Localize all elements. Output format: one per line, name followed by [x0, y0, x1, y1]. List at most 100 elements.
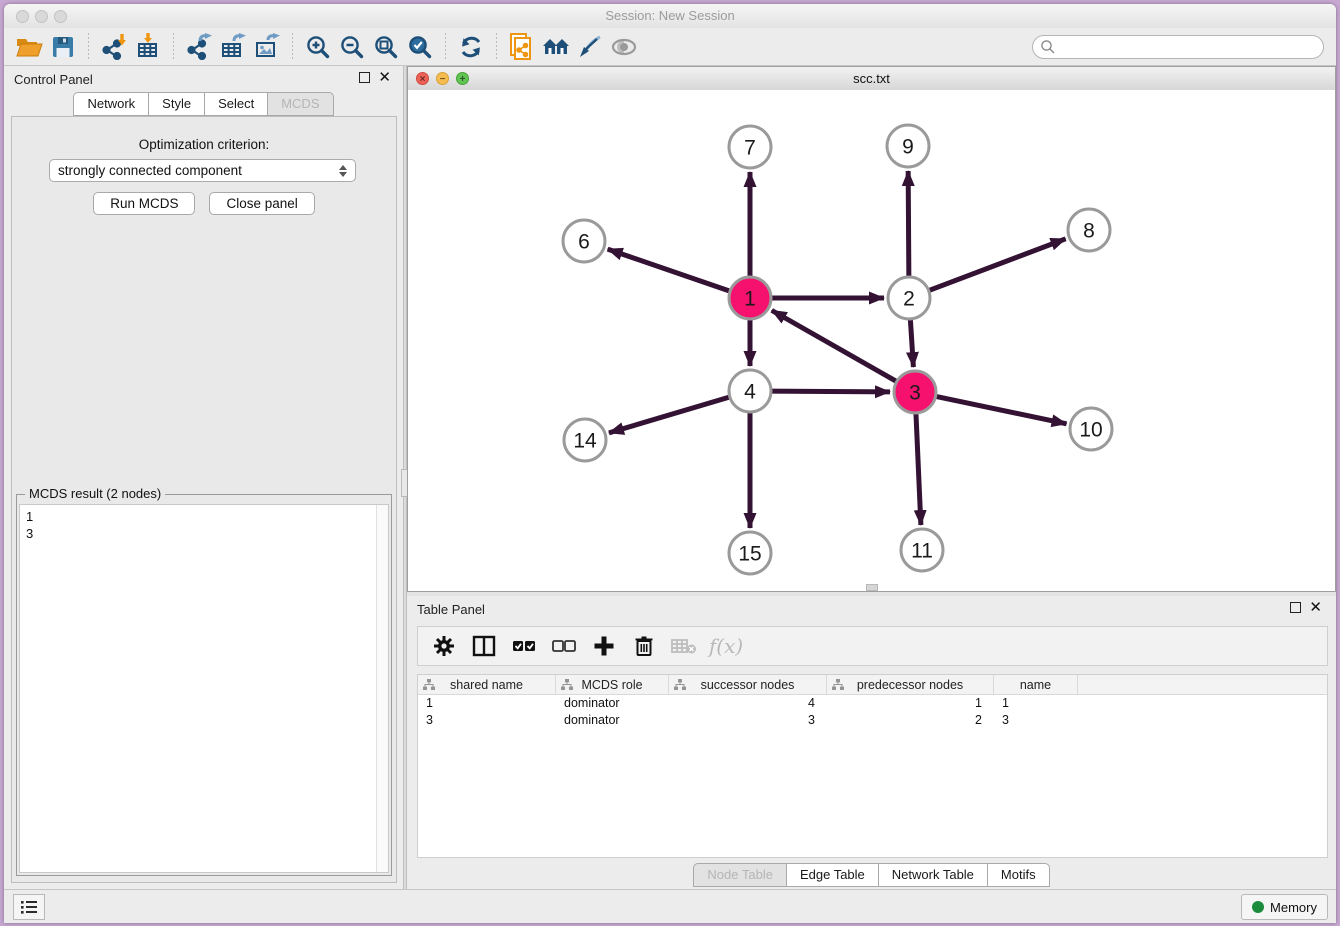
table-cell: dominator [556, 695, 669, 712]
edge-3-10[interactable] [934, 396, 1067, 424]
edge-3-1[interactable] [772, 310, 899, 382]
run-mcds-button[interactable]: Run MCDS [93, 192, 195, 215]
column-header-MCDS-role[interactable]: MCDS role [556, 675, 669, 694]
close-panel-icon[interactable]: ✕ [378, 72, 391, 83]
edge-2-3[interactable] [910, 317, 913, 367]
zoom-out-icon[interactable] [335, 31, 369, 63]
select-all-icon[interactable] [506, 630, 542, 662]
export-image-icon[interactable] [250, 31, 284, 63]
paint-style-icon[interactable] [573, 31, 607, 63]
table-cell: 1 [994, 695, 1078, 712]
toolbar-separator [292, 33, 293, 61]
node-3[interactable]: 3 [894, 371, 936, 413]
memory-button[interactable]: Memory [1241, 894, 1328, 920]
first-neighbors-icon[interactable] [539, 31, 573, 63]
edge-3-11[interactable] [916, 411, 921, 525]
criterion-dropdown[interactable]: strongly connected component [49, 159, 356, 182]
node-label: 6 [578, 231, 590, 254]
float-panel-icon[interactable] [359, 72, 370, 83]
edge-4-14[interactable] [609, 396, 732, 432]
table-panel: Table Panel ✕ [407, 596, 1336, 890]
node-label: 1 [744, 288, 756, 311]
node-15[interactable]: 15 [729, 532, 771, 574]
control-panel-tabs: NetworkStyleSelectMCDS [4, 94, 403, 116]
add-row-icon[interactable] [586, 630, 622, 662]
search-input[interactable] [1032, 35, 1324, 59]
split-columns-icon[interactable] [466, 630, 502, 662]
node-4[interactable]: 4 [729, 370, 771, 412]
result-scrollbar[interactable] [376, 505, 388, 872]
new-network-from-selection-icon[interactable] [505, 31, 539, 63]
tab-network[interactable]: Network [73, 92, 148, 116]
node-6[interactable]: 6 [563, 220, 605, 262]
node-11[interactable]: 11 [901, 529, 943, 571]
tab-edge-table[interactable]: Edge Table [786, 863, 878, 887]
delete-table-icon[interactable] [666, 630, 702, 662]
tab-style[interactable]: Style [148, 92, 204, 116]
table-panel-title: Table Panel [417, 602, 485, 617]
tab-node-table[interactable]: Node Table [693, 863, 786, 887]
tab-select[interactable]: Select [204, 92, 267, 116]
table-cell: 3 [418, 712, 556, 729]
edge-2-8[interactable] [927, 239, 1066, 291]
close-table-panel-icon[interactable]: ✕ [1309, 602, 1322, 613]
column-header-successor-nodes[interactable]: successor nodes [669, 675, 827, 694]
node-9[interactable]: 9 [887, 125, 929, 167]
network-window-titlebar: × − + scc.txt [408, 67, 1335, 91]
tab-mcds[interactable]: MCDS [267, 92, 333, 116]
delete-row-icon[interactable] [626, 630, 662, 662]
node-14[interactable]: 14 [564, 419, 606, 461]
zoom-selected-icon[interactable] [403, 31, 437, 63]
save-session-icon[interactable] [46, 31, 80, 63]
open-file-icon[interactable] [12, 31, 46, 63]
deselect-all-icon[interactable] [546, 630, 582, 662]
node-table: shared nameMCDS rolesuccessor nodesprede… [417, 674, 1328, 858]
export-network-icon[interactable] [182, 31, 216, 63]
node-8[interactable]: 8 [1068, 209, 1110, 251]
edge-1-6[interactable] [608, 249, 732, 292]
table-row[interactable]: 3dominator323 [418, 712, 1327, 729]
network-view-window: × − + scc.txt 7 9 6 8 1 2 4 3 14 10 15 11 [407, 66, 1336, 592]
table-cell: 1 [827, 695, 994, 712]
task-history-button[interactable] [13, 894, 45, 920]
network-resize-grip[interactable] [866, 584, 878, 591]
tab-network-table[interactable]: Network Table [878, 863, 987, 887]
export-table-icon[interactable] [216, 31, 250, 63]
mcds-result-lines: 1 3 [20, 505, 388, 545]
node-label: 10 [1079, 419, 1102, 442]
function-builder-icon[interactable]: f(x) [706, 630, 742, 662]
table-toolbar: f(x) [417, 626, 1328, 666]
node-table-body: 1dominator4113dominator323 [418, 695, 1327, 729]
node-label: 2 [903, 288, 915, 311]
gear-icon[interactable] [426, 630, 462, 662]
node-2[interactable]: 2 [888, 277, 930, 319]
import-network-icon[interactable] [97, 31, 131, 63]
table-row[interactable]: 1dominator411 [418, 695, 1327, 712]
fx-label: f(x) [705, 634, 743, 658]
tab-motifs[interactable]: Motifs [987, 863, 1050, 887]
zoom-in-icon[interactable] [301, 31, 335, 63]
zoom-fit-icon[interactable] [369, 31, 403, 63]
close-panel-button[interactable]: Close panel [209, 192, 314, 215]
column-header-shared-name[interactable]: shared name [418, 675, 556, 694]
desktop: Session: New Session [0, 0, 1340, 926]
show-hide-icon[interactable] [607, 31, 641, 63]
network-canvas[interactable]: 7 9 6 8 1 2 4 3 14 10 15 11 [408, 90, 1335, 591]
node-7[interactable]: 7 [729, 126, 771, 168]
column-header-name[interactable]: name [994, 675, 1078, 694]
node-10[interactable]: 10 [1070, 408, 1112, 450]
import-table-icon[interactable] [131, 31, 165, 63]
search-box [1032, 35, 1324, 59]
node-1[interactable]: 1 [729, 277, 771, 319]
mcds-result-area[interactable]: 1 3 [19, 504, 389, 873]
edge-4-3[interactable] [769, 391, 890, 392]
float-table-panel-icon[interactable] [1290, 602, 1301, 613]
toolbar-separator [88, 33, 89, 61]
list-icon [19, 898, 39, 916]
criterion-dropdown-value: strongly connected component [58, 163, 242, 178]
toolbar-separator [173, 33, 174, 61]
refresh-layout-icon[interactable] [454, 31, 488, 63]
network-area: × − + scc.txt 7968124314101511 Table Pan [407, 66, 1336, 890]
column-header-predecessor-nodes[interactable]: predecessor nodes [827, 675, 994, 694]
edge-2-9[interactable] [908, 171, 909, 279]
